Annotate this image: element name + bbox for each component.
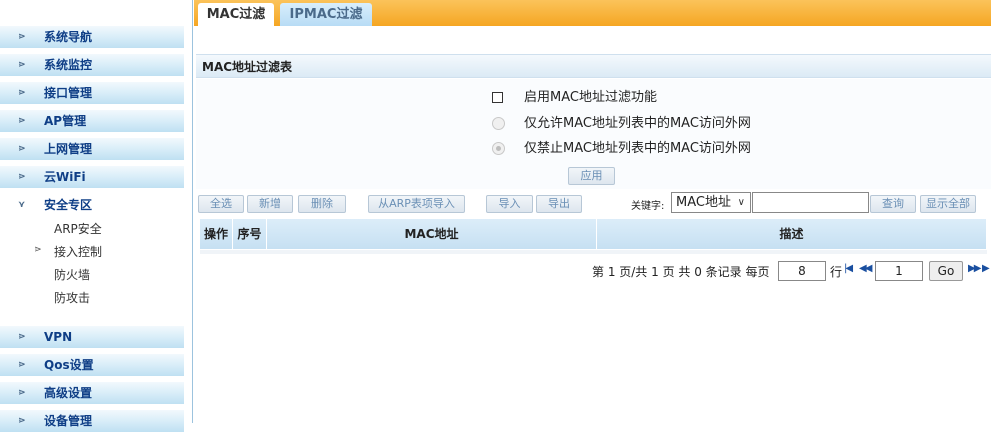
sidebar-item-device[interactable]: ⋗ 设备管理 xyxy=(0,410,184,433)
allow-mode-radio[interactable] xyxy=(492,117,505,130)
menu-arrow-icon: ⋗ xyxy=(18,32,25,42)
sidebar-item-qos[interactable]: ⋗ Qos设置 xyxy=(0,354,184,377)
sidebar-item-label: 安全专区 xyxy=(44,198,93,212)
column-header-description: 描述 xyxy=(597,219,987,249)
filter-settings: 启用MAC地址过滤功能 仅允许MAC地址列表中的MAC访问外网 仅禁止MAC地址… xyxy=(196,79,991,189)
keyword-select[interactable]: MAC地址 ∨ xyxy=(671,192,751,213)
sidebar-item-security[interactable]: ⋎ 安全专区 xyxy=(0,194,184,217)
export-button[interactable]: 导出 xyxy=(536,195,582,213)
menu-arrow-icon: ⋗ xyxy=(18,144,25,154)
page-number-input[interactable]: 1 xyxy=(875,261,923,281)
sidebar: ⋗ 系统导航 ⋗ 系统监控 ⋗ 接口管理 ⋗ AP管理 ⋗ 上网管理 ⋗ 云Wi… xyxy=(0,0,193,433)
menu-arrow-icon: ⋗ xyxy=(18,88,25,98)
tab-mac-filter[interactable]: MAC过滤 xyxy=(198,3,274,26)
sidebar-item-label: 高级设置 xyxy=(44,386,93,400)
menu-arrow-icon: ⋗ xyxy=(18,416,25,426)
sidebar-item-label: VPN xyxy=(44,330,73,344)
sidebar-subitem-firewall[interactable]: 防火墙 xyxy=(54,266,90,284)
add-button[interactable]: 新增 xyxy=(247,195,293,213)
deny-mode-radio[interactable] xyxy=(492,142,505,155)
per-page-input[interactable]: 8 xyxy=(778,261,826,281)
pager-summary: 第 1 页/共 1 页 共 0 条记录 每页 xyxy=(592,265,770,279)
menu-expanded-icon: ⋎ xyxy=(18,200,25,210)
menu-arrow-icon: ⋗ xyxy=(18,388,25,398)
sidebar-item-vpn[interactable]: ⋗ VPN xyxy=(0,326,184,349)
enable-filter-label: 启用MAC地址过滤功能 xyxy=(524,90,657,105)
apply-button[interactable]: 应用 xyxy=(568,167,615,185)
column-header-action: 操作 xyxy=(200,219,233,249)
sidebar-item-label: 接口管理 xyxy=(44,86,93,100)
select-all-button[interactable]: 全选 xyxy=(198,195,244,213)
sidebar-item-internet[interactable]: ⋗ 上网管理 xyxy=(0,138,184,161)
next-page-icon[interactable]: ▶▶ xyxy=(968,263,981,274)
prev-page-icon[interactable]: ◀◀ xyxy=(859,263,872,274)
pagination: 第 1 页/共 1 页 共 0 条记录 每页 8 行 |◀ ◀◀ 1 Go ▶▶… xyxy=(592,260,991,282)
last-page-icon[interactable]: ▶ xyxy=(982,263,990,274)
deny-mode-label: 仅禁止MAC地址列表中的MAC访问外网 xyxy=(524,141,751,156)
first-page-icon[interactable]: |◀ xyxy=(844,263,853,274)
chevron-down-icon: ∨ xyxy=(737,197,745,208)
sidebar-item-label: Qos设置 xyxy=(44,358,94,372)
sidebar-item-system-nav[interactable]: ⋗ 系统导航 xyxy=(0,26,184,49)
table-body xyxy=(200,250,987,254)
enable-filter-checkbox[interactable] xyxy=(492,92,503,103)
sidebar-item-system-monitor[interactable]: ⋗ 系统监控 xyxy=(0,54,184,77)
import-button[interactable]: 导入 xyxy=(486,195,533,213)
column-header-index: 序号 xyxy=(233,219,267,249)
sidebar-item-advanced[interactable]: ⋗ 高级设置 xyxy=(0,382,184,405)
allow-mode-label: 仅允许MAC地址列表中的MAC访问外网 xyxy=(524,116,751,131)
tab-bar: MAC过滤 IPMAC过滤 xyxy=(194,0,991,26)
sidebar-item-label: 系统导航 xyxy=(44,30,93,44)
sidebar-subitem-access-control[interactable]: 接入控制 xyxy=(54,243,102,261)
keyword-select-value: MAC地址 xyxy=(676,195,731,210)
query-button[interactable]: 查询 xyxy=(870,195,916,213)
tab-ipmac-filter[interactable]: IPMAC过滤 xyxy=(280,3,372,26)
sidebar-item-label: 云WiFi xyxy=(44,170,86,184)
rows-unit-label: 行 xyxy=(830,265,843,279)
sidebar-item-interface[interactable]: ⋗ 接口管理 xyxy=(0,82,184,105)
sidebar-item-label: AP管理 xyxy=(44,114,87,128)
main-panel: MAC地址过滤表 启用MAC地址过滤功能 仅允许MAC地址列表中的MAC访问外网… xyxy=(194,26,991,423)
keyword-search-input[interactable] xyxy=(752,192,869,213)
column-header-mac: MAC地址 xyxy=(267,219,597,249)
show-all-button[interactable]: 显示全部 xyxy=(920,195,976,213)
menu-arrow-icon: ⋗ xyxy=(18,172,25,182)
import-arp-button[interactable]: 从ARP表项导入 xyxy=(368,195,465,213)
sidebar-item-cloud-wifi[interactable]: ⋗ 云WiFi xyxy=(0,166,184,189)
sidebar-item-label: 系统监控 xyxy=(44,58,93,72)
delete-button[interactable]: 删除 xyxy=(298,195,346,213)
sidebar-item-label: 设备管理 xyxy=(44,414,93,428)
current-item-arrow-icon: ⋗ xyxy=(34,245,42,255)
sidebar-subitem-arp[interactable]: ARP安全 xyxy=(54,220,102,238)
table-header: 操作 序号 MAC地址 描述 xyxy=(200,219,987,249)
menu-arrow-icon: ⋗ xyxy=(18,60,25,70)
section-title: MAC地址过滤表 xyxy=(196,54,991,78)
sidebar-item-ap[interactable]: ⋗ AP管理 xyxy=(0,110,184,133)
keyword-label: 关键字: xyxy=(631,201,665,212)
sidebar-subitem-anti-attack[interactable]: 防攻击 xyxy=(54,289,90,307)
sidebar-item-label: 上网管理 xyxy=(44,142,93,156)
menu-arrow-icon: ⋗ xyxy=(18,332,25,342)
toolbar: 全选 新增 删除 从ARP表项导入 导入 导出 关键字: MAC地址 ∨ 查询 … xyxy=(196,192,991,216)
go-button[interactable]: Go xyxy=(929,261,963,281)
menu-arrow-icon: ⋗ xyxy=(18,360,25,370)
menu-arrow-icon: ⋗ xyxy=(18,116,25,126)
